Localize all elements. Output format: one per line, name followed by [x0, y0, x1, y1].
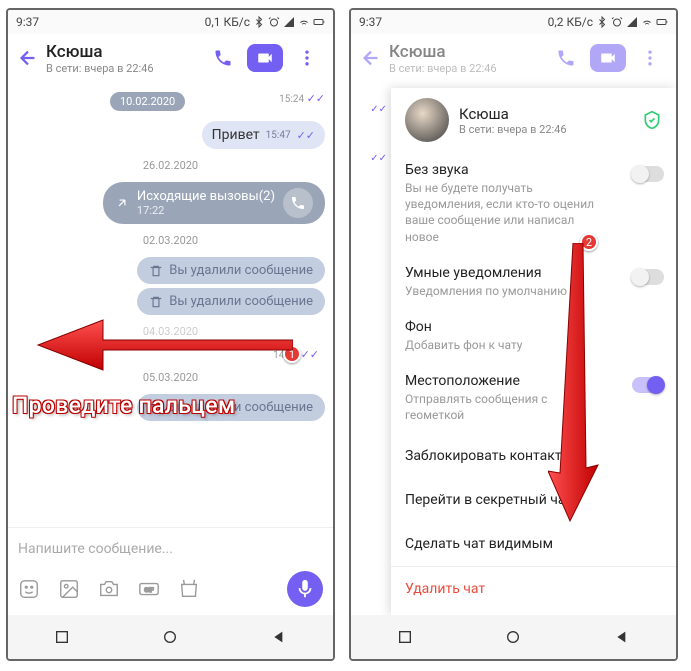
nav-recent-icon[interactable] — [54, 629, 70, 645]
contact-name: Ксюша — [389, 42, 542, 62]
outgoing-arrow-icon — [115, 196, 129, 210]
read-ticks-icon: ✓✓ — [307, 92, 325, 105]
location-toggle[interactable] — [632, 377, 664, 393]
status-bar: 9:37 0,2 КБ/с — [351, 10, 676, 34]
attachment-toolbar: GIF — [8, 569, 333, 609]
wifi-icon — [641, 16, 653, 28]
back-button[interactable] — [16, 46, 40, 70]
video-call-button[interactable] — [247, 44, 283, 72]
block-contact[interactable]: Заблокировать контакт — [391, 434, 676, 478]
read-ticks-icon: ✓✓ — [301, 348, 319, 361]
status-bar: 9:37 0,1 КБ/с — [8, 10, 333, 34]
profile-name: Ксюша — [459, 105, 567, 123]
menu-button[interactable] — [289, 40, 325, 76]
read-ticks-icon: ✓✓ — [297, 129, 315, 142]
contact-status: В сети: вчера в 22:46 — [389, 62, 542, 75]
android-navbar — [351, 615, 676, 659]
alarm-icon — [611, 16, 623, 28]
setting-location[interactable]: Местоположение Отправлять сообщения с ге… — [391, 363, 676, 433]
nav-home-icon[interactable] — [505, 629, 521, 645]
mic-button[interactable] — [287, 571, 323, 607]
status-icons: 0,2 КБ/с — [548, 15, 668, 29]
bluetooth-icon — [253, 16, 265, 28]
chat-header: Ксюша В сети: вчера в 22:46 — [8, 34, 333, 82]
chat-title-block[interactable]: Ксюша В сети: вчера в 22:46 — [46, 42, 199, 75]
call-log[interactable]: Исходящие вызовы(2) 17:22 — [16, 182, 325, 224]
battery-icon — [656, 16, 668, 28]
smart-toggle[interactable] — [632, 269, 664, 285]
nav-recent-icon[interactable] — [397, 629, 413, 645]
down-arrow-icon — [548, 243, 608, 523]
setting-smart-notifications[interactable]: Умные уведомления Уведомления по умолчан… — [391, 255, 676, 309]
network-speed: 0,2 КБ/с — [548, 15, 593, 29]
gif-icon[interactable]: GIF — [138, 578, 160, 600]
call-icon — [283, 188, 313, 218]
android-navbar — [8, 615, 333, 659]
call-button[interactable] — [548, 40, 584, 76]
gallery-icon[interactable] — [58, 578, 80, 600]
video-call-button[interactable] — [590, 44, 626, 72]
avatar — [405, 98, 449, 142]
back-button[interactable] — [359, 46, 383, 70]
sticker-icon[interactable] — [18, 578, 40, 600]
swipe-arrow-icon — [33, 310, 293, 380]
clock: 9:37 — [16, 15, 39, 29]
setting-background[interactable]: Фон Добавить фон к чату — [391, 309, 676, 363]
phone-right: 9:37 0,2 КБ/с Ксюша В сети: вчера в 22:4… — [349, 8, 678, 661]
bluetooth-icon — [596, 16, 608, 28]
delete-chat[interactable]: Удалить чат — [391, 566, 676, 611]
trash-icon — [149, 295, 163, 309]
status-icons: 0,1 КБ/с — [205, 15, 325, 29]
secret-chat[interactable]: Перейти в секретный чат — [391, 478, 676, 522]
svg-text:GIF: GIF — [144, 586, 154, 594]
call-button[interactable] — [205, 40, 241, 76]
shop-icon[interactable] — [178, 578, 200, 600]
call-time: 17:22 — [137, 204, 275, 217]
date-chip: 10.02.2020 — [110, 92, 185, 111]
battery-icon — [313, 16, 325, 28]
message-input[interactable]: Напишите сообщение... — [18, 541, 323, 557]
chat-title-block[interactable]: Ксюша В сети: вчера в 22:46 — [389, 42, 542, 75]
call-label: Исходящие вызовы(2) — [137, 189, 275, 204]
message-out[interactable]: Привет15:47✓✓ — [16, 121, 325, 149]
contact-status: В сети: вчера в 22:46 — [46, 62, 199, 75]
clock: 9:37 — [359, 15, 382, 29]
make-visible[interactable]: Сделать чат видимым — [391, 522, 676, 566]
signal-icon — [626, 16, 638, 28]
camera-icon[interactable] — [98, 578, 120, 600]
mute-toggle[interactable] — [632, 166, 664, 182]
shield-icon — [642, 110, 662, 130]
message-text: Привет — [212, 127, 260, 143]
network-speed: 0,1 КБ/с — [205, 15, 250, 29]
wifi-icon — [298, 16, 310, 28]
nav-back-icon[interactable] — [614, 629, 630, 645]
chat-info-panel: Ксюша В сети: вчера в 22:46 Без звука Вы… — [391, 88, 676, 615]
signal-icon — [283, 16, 295, 28]
alarm-icon — [268, 16, 280, 28]
date-separator: 02.03.2020 — [16, 234, 325, 247]
background-chat-peek: ✓✓ ✓✓ — [351, 90, 389, 178]
date-separator: 26.02.2020 — [16, 159, 325, 172]
profile-header[interactable]: Ксюша В сети: вчера в 22:46 — [391, 88, 676, 152]
message-input-bar: Напишите сообщение... — [8, 527, 333, 569]
menu-button[interactable] — [632, 40, 668, 76]
contact-name: Ксюша — [46, 42, 199, 62]
deleted-message: Вы удалили сообщение — [16, 257, 325, 284]
nav-back-icon[interactable] — [271, 629, 287, 645]
trash-icon — [149, 264, 163, 278]
setting-mute[interactable]: Без звука Вы не будете получать уведомле… — [391, 152, 676, 255]
swipe-instruction-text: Проведите пальцем — [12, 392, 236, 419]
nav-home-icon[interactable] — [162, 629, 178, 645]
chat-header: Ксюша В сети: вчера в 22:46 — [351, 34, 676, 82]
profile-status: В сети: вчера в 22:46 — [459, 123, 567, 136]
